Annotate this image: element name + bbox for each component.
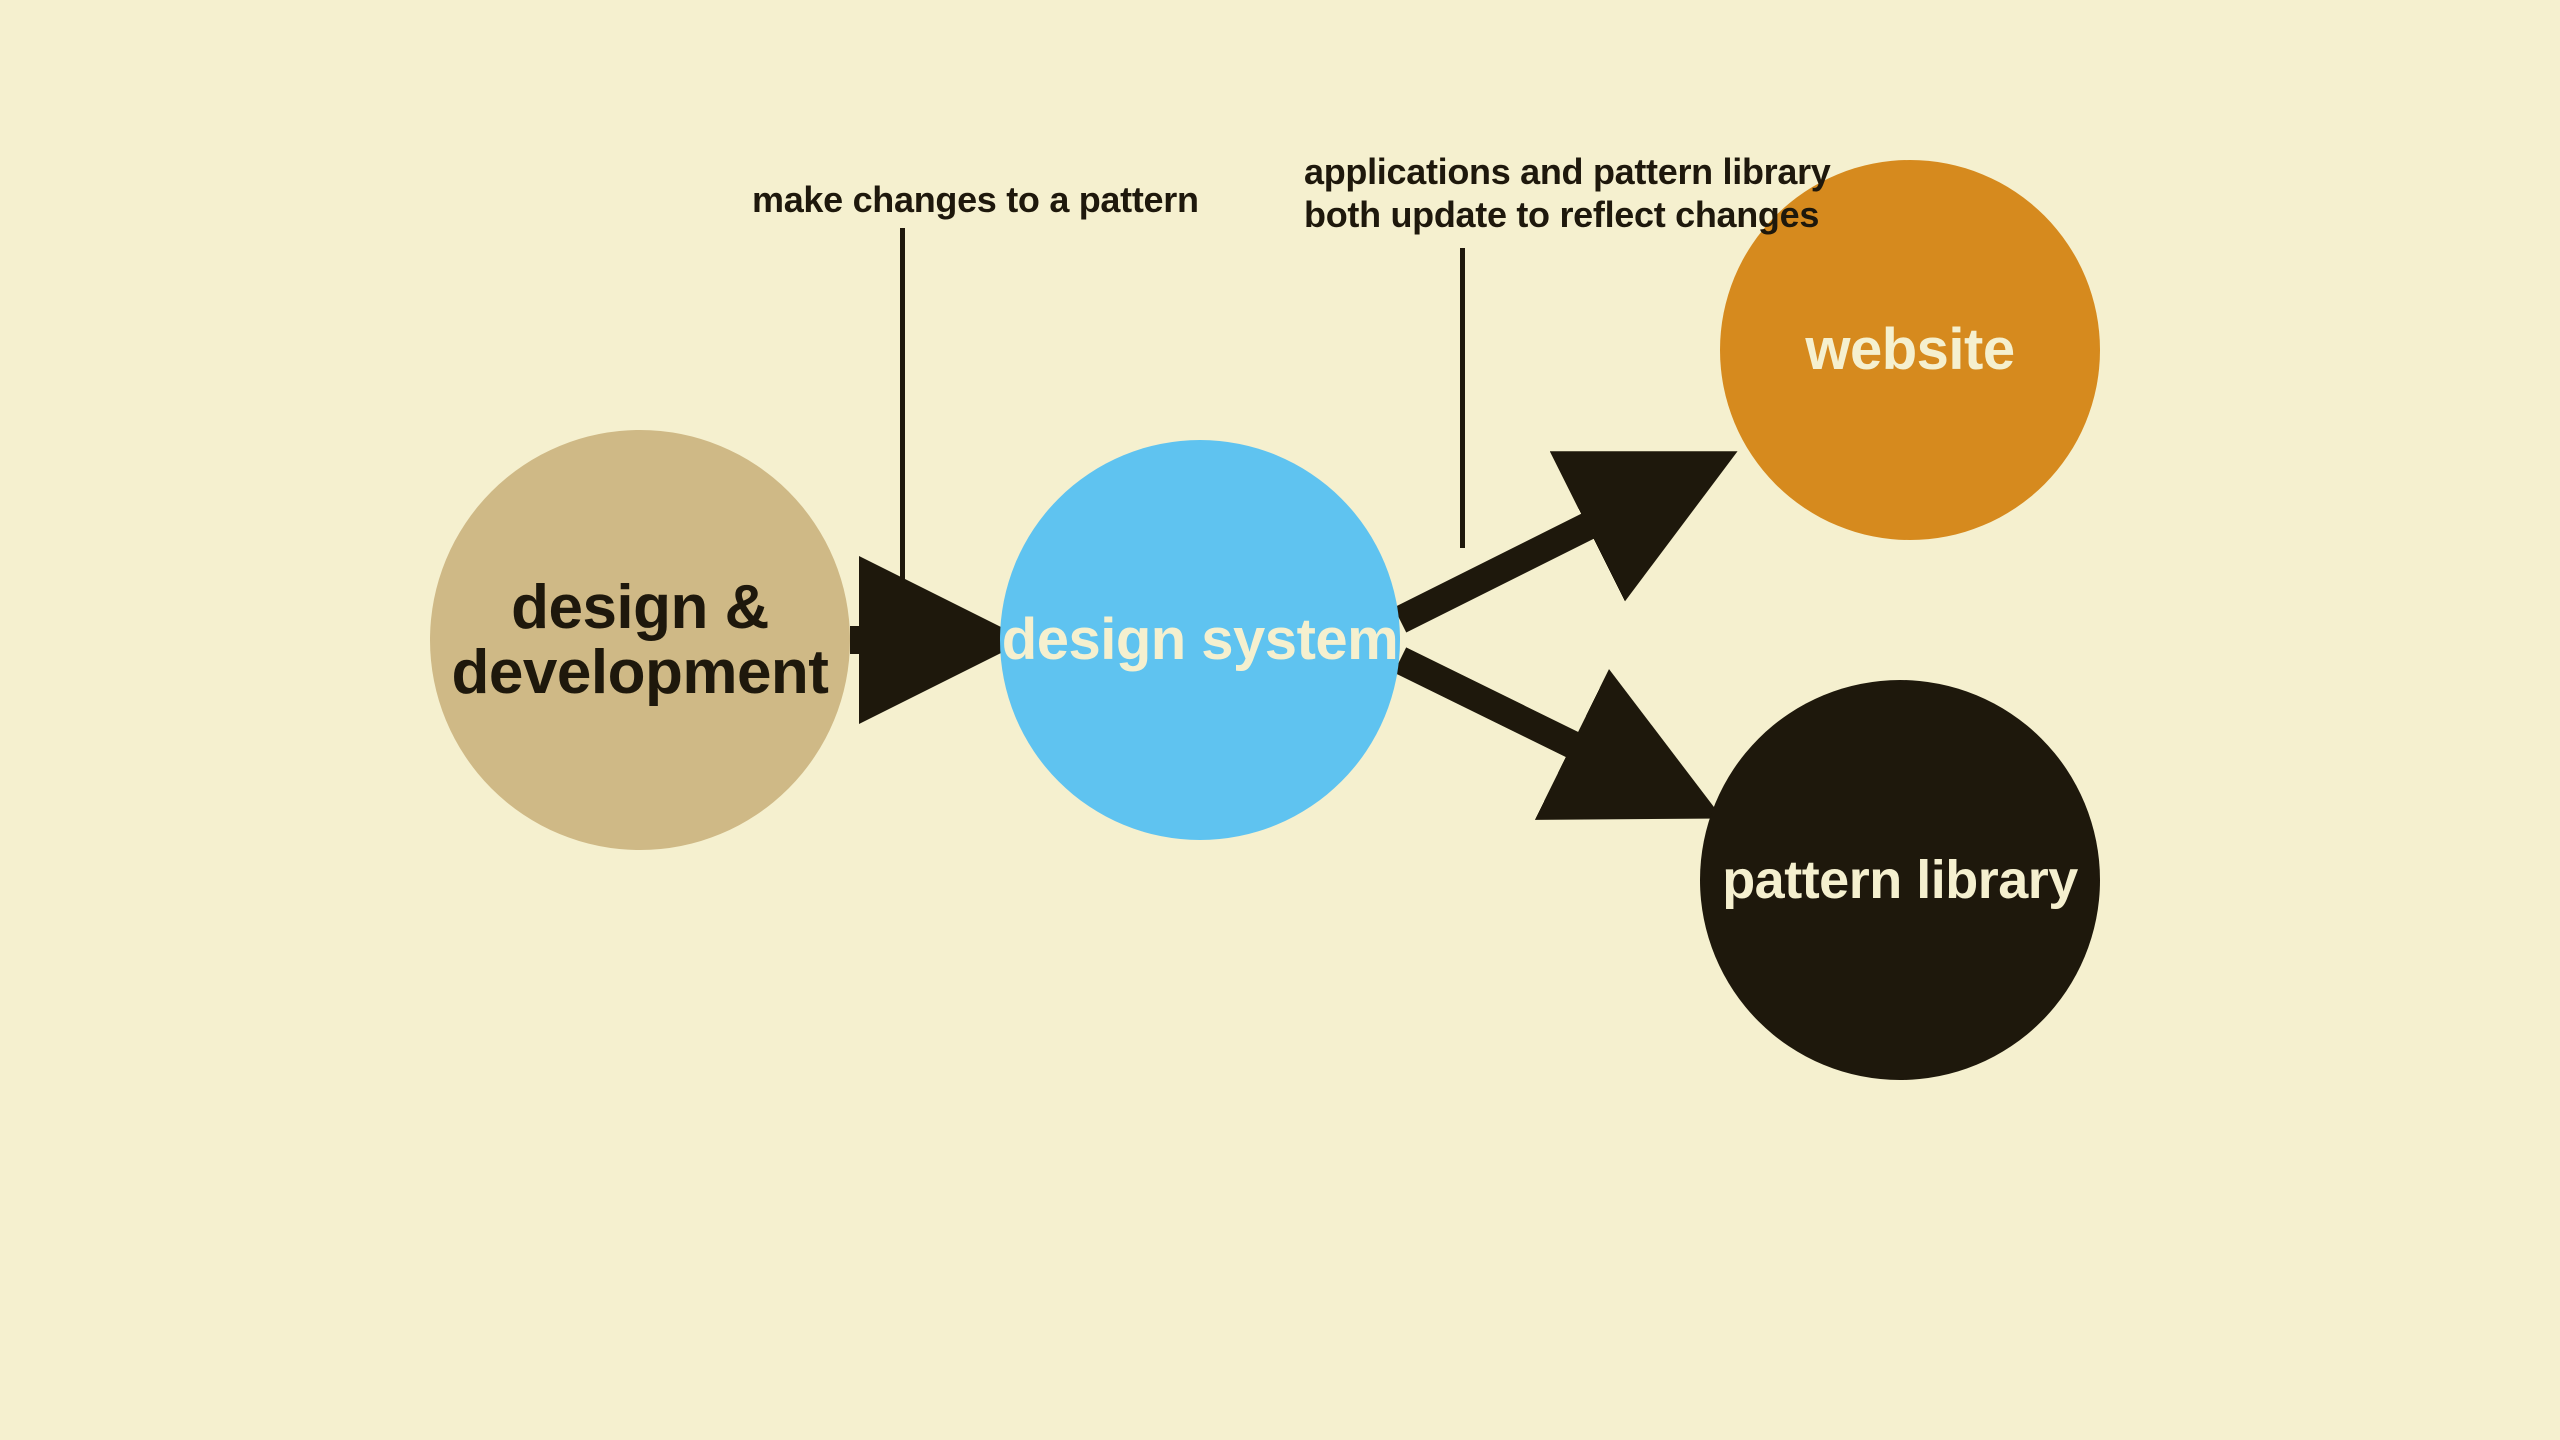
node-label: design & development: [430, 575, 850, 705]
callout-line-change-pattern: [900, 228, 905, 598]
node-label: website: [1805, 320, 2014, 381]
diagram-stage: design & development design system websi…: [0, 0, 2560, 1440]
node-label: pattern library: [1722, 852, 2078, 909]
annotation-text-line2: both update to reflect changes: [1304, 193, 1864, 236]
node-design-development: design & development: [430, 430, 850, 850]
node-design-system: design system: [1000, 440, 1400, 840]
annotation-text: make changes to a pattern: [752, 179, 1199, 220]
annotation-text-line1: applications and pattern library: [1304, 150, 1864, 193]
annotation-change-pattern: make changes to a pattern: [752, 178, 1252, 221]
arrow-designsystem-to-website: [1400, 470, 1700, 620]
node-pattern-library: pattern library: [1700, 680, 2100, 1080]
callout-line-update-both: [1460, 248, 1465, 548]
arrow-designsystem-to-patternlib: [1400, 660, 1685, 800]
node-label: design system: [1002, 610, 1398, 671]
annotation-update-both: applications and pattern library both up…: [1304, 150, 1864, 236]
